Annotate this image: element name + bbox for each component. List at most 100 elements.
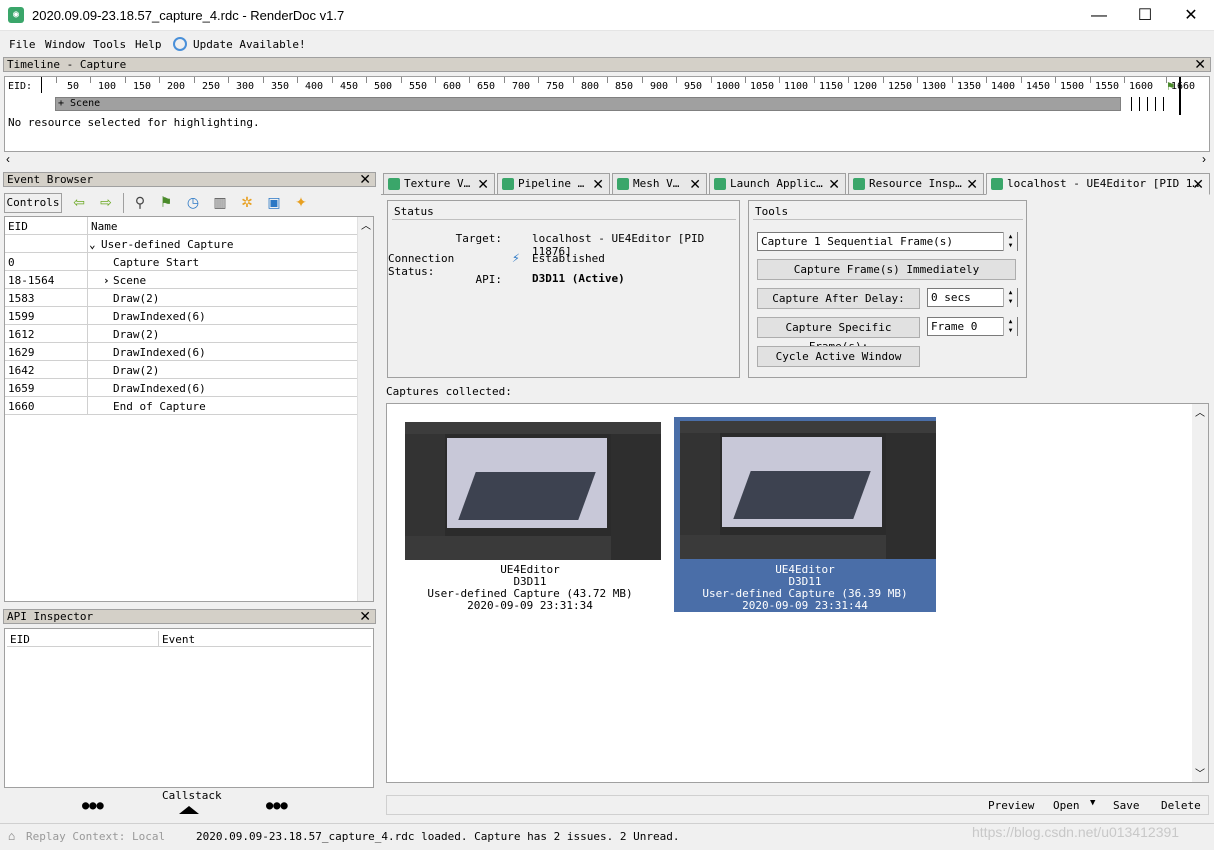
capture-frames-dropdown[interactable]: Capture 1 Sequential Frame(s) ▲ ▼ xyxy=(757,232,1018,251)
event-row[interactable]: 1642 Draw(2) xyxy=(5,361,357,379)
scroll-left-icon[interactable]: ‹ xyxy=(6,152,10,166)
controls-toggle-button[interactable]: Controls xyxy=(4,193,62,213)
tab-live-capture[interactable]: localhost - UE4Editor [PID 1… ✕ xyxy=(986,173,1210,195)
timeline-tick-mark xyxy=(263,77,264,83)
collapse-dots-right[interactable]: ●●● xyxy=(266,798,288,812)
event-tree[interactable]: EID Name ⌄ User-defined Capture 0 Capture S… xyxy=(4,216,374,602)
event-tree-scrollbar[interactable]: ︿ xyxy=(357,217,373,601)
column-header-eid[interactable]: EID xyxy=(10,633,30,646)
time-durations-icon[interactable]: ◷ xyxy=(184,194,202,212)
column-header-eid[interactable]: EID xyxy=(8,220,28,233)
save-export-icon[interactable]: ▣ xyxy=(265,194,283,212)
event-row[interactable]: 1583 Draw(2) xyxy=(5,289,357,307)
tab-close-icon[interactable]: ✕ xyxy=(966,174,978,194)
callstack-label[interactable]: Callstack xyxy=(162,789,222,802)
menu-tools[interactable]: Tools xyxy=(93,38,126,51)
forward-arrow-icon[interactable]: ⇨ xyxy=(97,194,115,212)
menu-update-available[interactable]: Update Available! xyxy=(193,38,306,51)
captures-list[interactable]: UE4Editor D3D11 User-defined Capture (43… xyxy=(386,403,1209,783)
update-refresh-icon[interactable] xyxy=(173,37,187,51)
collapsed-chevron-right-icon[interactable]: › xyxy=(103,274,110,287)
api-inspector-list[interactable]: EID Event xyxy=(4,628,374,788)
frame-spinner[interactable]: ▲ ▼ xyxy=(1003,317,1017,336)
event-row[interactable]: 1659 DrawIndexed(6) xyxy=(5,379,357,397)
capture-timestamp: 2020-09-09 23:31:44 xyxy=(742,599,868,612)
column-header-name[interactable]: Name xyxy=(91,220,118,233)
timeline-panel[interactable]: EID: 50 100 150 200 250 300 350 400 450 500 550 600… xyxy=(4,76,1210,152)
tab-close-icon[interactable]: ✕ xyxy=(689,174,701,194)
expand-chevron-down-icon[interactable]: ⌄ xyxy=(89,238,96,251)
timeline-tick-mark xyxy=(676,77,677,83)
tab-resource-inspector[interactable]: Resource Insp… ✕ xyxy=(848,173,984,195)
callstack-expand-icon[interactable] xyxy=(179,806,199,814)
tab-close-icon[interactable]: ✕ xyxy=(477,174,489,194)
find-binoculars-icon[interactable]: ⚲ xyxy=(131,194,149,212)
close-window-button[interactable]: ✕ xyxy=(1168,0,1214,31)
event-row[interactable]: 0 Capture Start xyxy=(5,253,357,271)
capture-item-selected[interactable]: UE4Editor D3D11 User-defined Capture (36… xyxy=(674,417,936,612)
capture-item[interactable]: UE4Editor D3D11 User-defined Capture (43… xyxy=(399,418,661,613)
status-group: Status Target: localhost - UE4Editor [PI… xyxy=(387,200,740,378)
column-header-event[interactable]: Event xyxy=(162,633,195,646)
api-inspector-close-icon[interactable]: ✕ xyxy=(359,609,371,623)
back-arrow-icon[interactable]: ⇦ xyxy=(70,194,88,212)
capture-after-delay-button[interactable]: Capture After Delay: xyxy=(757,288,920,309)
menu-help[interactable]: Help xyxy=(135,38,162,51)
timeline-tick-label: 1150 xyxy=(818,81,844,92)
timeline-scene-bar[interactable]: + Scene xyxy=(55,97,1121,111)
tab-pipeline-state[interactable]: Pipeline … ✕ xyxy=(497,173,610,195)
event-browser-close-icon[interactable]: ✕ xyxy=(359,172,371,186)
scroll-up-icon[interactable]: ︿ xyxy=(361,217,371,232)
timeline-title: Timeline - Capture xyxy=(7,58,127,71)
open-button[interactable]: Open xyxy=(1053,799,1080,812)
captures-scrollbar[interactable]: ︿ ﹀ xyxy=(1192,404,1208,782)
cycle-active-window-button[interactable]: Cycle Active Window xyxy=(757,346,920,367)
delay-spinner[interactable]: ▲ ▼ xyxy=(1003,288,1017,307)
current-event-marker[interactable] xyxy=(1179,77,1181,115)
tab-close-icon[interactable]: ✕ xyxy=(592,174,604,194)
collapse-dots-left[interactable]: ●●● xyxy=(82,798,104,812)
event-row[interactable]: 1660 End of Capture xyxy=(5,397,357,415)
event-row[interactable]: 1629 DrawIndexed(6) xyxy=(5,343,357,361)
delete-button[interactable]: Delete xyxy=(1161,799,1201,812)
minimize-button[interactable]: — xyxy=(1076,0,1122,31)
tab-mesh-viewer[interactable]: Mesh V… ✕ xyxy=(612,173,707,195)
timeline-horizontal-scrollbar[interactable]: ‹ › xyxy=(4,152,1210,166)
timeline-close-icon[interactable]: ✕ xyxy=(1194,57,1206,71)
delay-input[interactable]: 0 secs ▲ ▼ xyxy=(927,288,1018,307)
scroll-right-icon[interactable]: › xyxy=(1202,152,1206,166)
tab-close-icon[interactable]: ✕ xyxy=(1192,174,1204,194)
extensions-puzzle-icon[interactable]: ✦ xyxy=(292,194,310,212)
frame-input[interactable]: Frame 0 ▲ ▼ xyxy=(927,317,1018,336)
columns-icon[interactable]: ▥ xyxy=(211,194,229,212)
preview-button[interactable]: Preview xyxy=(988,799,1034,812)
replay-context-label[interactable]: Replay Context: Local xyxy=(26,830,165,843)
tab-texture-viewer[interactable]: Texture V… ✕ xyxy=(383,173,495,195)
event-eid: 18-1564 xyxy=(8,274,55,287)
capture-frames-spinner[interactable]: ▲ ▼ xyxy=(1003,232,1017,251)
save-button[interactable]: Save xyxy=(1113,799,1140,812)
tab-close-icon[interactable]: ✕ xyxy=(828,174,840,194)
tab-launch-application[interactable]: Launch Applic… ✕ xyxy=(709,173,846,195)
timeline-tick-mark xyxy=(573,77,574,83)
menu-file[interactable]: File xyxy=(9,38,36,51)
scroll-up-icon[interactable]: ︿ xyxy=(1195,404,1205,419)
settings-gear-icon[interactable]: ✲ xyxy=(238,194,256,212)
event-row[interactable]: ⌄ User-defined Capture xyxy=(5,235,357,253)
event-row[interactable]: 1599 DrawIndexed(6) xyxy=(5,307,357,325)
timeline-tick-mark xyxy=(814,77,815,83)
status-message[interactable]: 2020.09.09-23.18.57_capture_4.rdc loaded… xyxy=(196,830,679,843)
event-row[interactable]: 1612 Draw(2) xyxy=(5,325,357,343)
capture-immediately-button[interactable]: Capture Frame(s) Immediately xyxy=(757,259,1016,280)
bookmark-flag-icon[interactable]: ⚑ xyxy=(157,194,175,212)
menu-window[interactable]: Window xyxy=(45,38,85,51)
open-dropdown-icon[interactable]: ▼ xyxy=(1090,798,1095,808)
maximize-button[interactable]: ☐ xyxy=(1122,0,1168,31)
event-row[interactable]: › 18-1564 Scene xyxy=(5,271,357,289)
timeline-tick-mark xyxy=(90,77,91,83)
capture-thumbnail xyxy=(680,421,936,559)
launch-icon xyxy=(714,178,726,190)
scroll-down-icon[interactable]: ﹀ xyxy=(1195,765,1205,780)
timeline-tick-label: 950 xyxy=(683,81,703,92)
capture-specific-frames-button[interactable]: Capture Specific Frame(s): xyxy=(757,317,920,353)
